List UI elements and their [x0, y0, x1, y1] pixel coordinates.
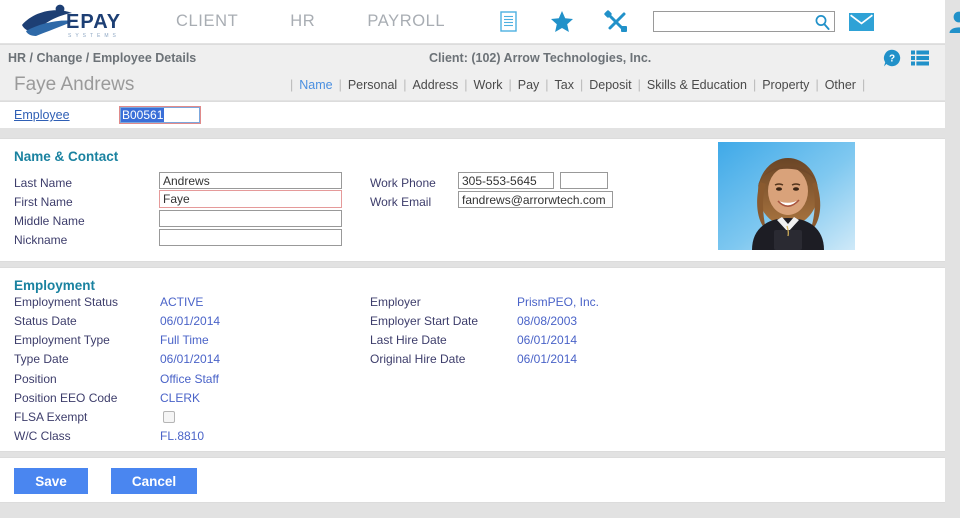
- tab-tax[interactable]: Tax: [555, 78, 574, 92]
- section-heading-name-contact: Name & Contact: [14, 149, 118, 164]
- value-status-date: 06/01/2014: [160, 314, 220, 328]
- client-label: Client: (102) Arrow Technologies, Inc.: [429, 51, 651, 65]
- save-button[interactable]: Save: [14, 468, 88, 494]
- mail-icon[interactable]: [849, 13, 874, 31]
- page-title: Faye Andrews: [14, 74, 134, 96]
- tab-separator: |: [856, 78, 871, 92]
- star-icon[interactable]: [535, 10, 589, 33]
- employee-photo: [718, 142, 855, 250]
- breadcrumb: HR / Change / Employee Details: [8, 51, 196, 65]
- value-employment-type: Full Time: [160, 333, 209, 347]
- label-wc-class: W/C Class: [14, 429, 71, 443]
- value-position-eeo-code: CLERK: [160, 391, 200, 405]
- last-name-input[interactable]: [159, 172, 342, 189]
- tab-separator: |: [539, 78, 554, 92]
- work-phone-input[interactable]: [458, 172, 554, 189]
- help-icon[interactable]: ?: [883, 49, 901, 67]
- label-position: Position: [14, 372, 57, 386]
- tab-other[interactable]: Other: [825, 78, 856, 92]
- employee-tab-bar: | Name | Personal | Address | Work | Pay…: [284, 78, 871, 92]
- nav-item-client[interactable]: CLIENT: [150, 12, 264, 31]
- label-first-name: First Name: [14, 195, 73, 209]
- first-name-input[interactable]: [159, 190, 342, 208]
- document-icon[interactable]: [481, 11, 535, 32]
- employment-panel: Employment Employment Status ACTIVE Stat…: [0, 267, 945, 452]
- tab-separator: |: [632, 78, 647, 92]
- tab-separator: |: [809, 78, 824, 92]
- nav-item-hr[interactable]: HR: [264, 12, 341, 31]
- tab-deposit[interactable]: Deposit: [589, 78, 631, 92]
- tools-icon[interactable]: [589, 10, 643, 33]
- section-heading-employment: Employment: [14, 278, 95, 293]
- tab-personal[interactable]: Personal: [348, 78, 397, 92]
- label-type-date: Type Date: [14, 352, 69, 366]
- tab-work[interactable]: Work: [474, 78, 503, 92]
- employee-link[interactable]: Employee: [14, 108, 70, 122]
- label-employment-type: Employment Type: [14, 333, 110, 347]
- nickname-input[interactable]: [159, 229, 342, 246]
- search-icon[interactable]: [814, 14, 830, 31]
- app-window: EPAY SYSTEMS CLIENT HR PAYROLL: [0, 0, 960, 518]
- top-icon-group: [481, 10, 960, 33]
- value-wc-class: FL.8810: [160, 429, 204, 443]
- value-employment-status: ACTIVE: [160, 295, 203, 309]
- tab-property[interactable]: Property: [762, 78, 809, 92]
- label-status-date: Status Date: [14, 314, 77, 328]
- value-position: Office Staff: [160, 372, 219, 386]
- svg-text:?: ?: [889, 54, 895, 65]
- label-position-eeo-code: Position EEO Code: [14, 391, 117, 405]
- tab-separator: |: [502, 78, 517, 92]
- middle-name-input[interactable]: [159, 210, 342, 227]
- label-original-hire-date: Original Hire Date: [370, 352, 465, 366]
- breadcrumb-icon-group: ?: [883, 49, 929, 67]
- tab-separator: |: [397, 78, 412, 92]
- tab-skills-education[interactable]: Skills & Education: [647, 78, 747, 92]
- nav-item-payroll[interactable]: PAYROLL: [341, 12, 471, 31]
- label-flsa-exempt: FLSA Exempt: [14, 410, 87, 424]
- label-work-email: Work Email: [370, 195, 431, 209]
- flsa-exempt-checkbox[interactable]: [163, 411, 175, 423]
- epay-logo-icon: EPAY SYSTEMS: [16, 3, 144, 41]
- label-employer-start-date: Employer Start Date: [370, 314, 478, 328]
- tab-pay[interactable]: Pay: [518, 78, 540, 92]
- user-icon[interactable]: [948, 10, 960, 33]
- tab-separator: |: [574, 78, 589, 92]
- label-employer: Employer: [370, 295, 421, 309]
- label-employment-status: Employment Status: [14, 295, 118, 309]
- search-box[interactable]: [653, 11, 835, 32]
- svg-text:SYSTEMS: SYSTEMS: [68, 33, 120, 39]
- value-original-hire-date: 06/01/2014: [517, 352, 577, 366]
- value-employer-start-date: 08/08/2003: [517, 314, 577, 328]
- employee-id-input[interactable]: [119, 106, 201, 124]
- tab-name[interactable]: Name: [299, 78, 332, 92]
- work-phone-extension-input[interactable]: [560, 172, 608, 189]
- value-type-date: 06/01/2014: [160, 352, 220, 366]
- label-work-phone: Work Phone: [370, 176, 436, 190]
- label-last-hire-date: Last Hire Date: [370, 333, 447, 347]
- label-middle-name: Middle Name: [14, 214, 85, 228]
- main-menu: CLIENT HR PAYROLL: [150, 12, 471, 31]
- top-navigation-bar: EPAY SYSTEMS CLIENT HR PAYROLL: [0, 0, 945, 43]
- tab-address[interactable]: Address: [412, 78, 458, 92]
- tab-separator: |: [284, 78, 299, 92]
- breadcrumb-bar: HR / Change / Employee Details Client: (…: [0, 44, 945, 72]
- svg-text:EPAY: EPAY: [66, 11, 121, 33]
- label-nickname: Nickname: [14, 233, 67, 247]
- value-last-hire-date: 06/01/2014: [517, 333, 577, 347]
- cancel-button[interactable]: Cancel: [111, 468, 197, 494]
- tab-separator: |: [747, 78, 762, 92]
- search-input[interactable]: [654, 12, 804, 31]
- label-last-name: Last Name: [14, 176, 72, 190]
- value-employer: PrismPEO, Inc.: [517, 295, 599, 309]
- employee-title-row: Faye Andrews | Name | Personal | Address…: [0, 72, 945, 100]
- tab-separator: |: [333, 78, 348, 92]
- work-email-input[interactable]: [458, 191, 613, 208]
- list-menu-icon[interactable]: [911, 49, 929, 67]
- employee-id-strip: Employee B00561: [0, 101, 945, 128]
- tab-separator: |: [458, 78, 473, 92]
- brand-logo[interactable]: EPAY SYSTEMS: [0, 0, 150, 43]
- action-bar: Save Cancel: [0, 457, 945, 503]
